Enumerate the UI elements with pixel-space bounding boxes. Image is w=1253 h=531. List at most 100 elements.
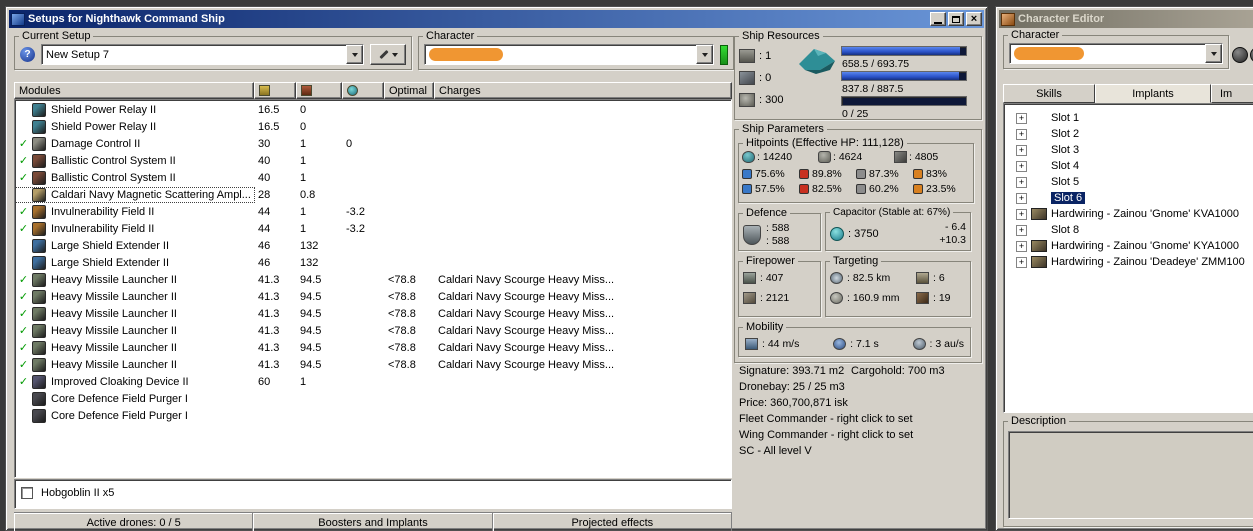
- expand-icon[interactable]: +: [1016, 224, 1027, 236]
- module-row[interactable]: ✓ Ballistic Control System II 40 1: [15, 169, 731, 186]
- expand-icon[interactable]: +: [1016, 192, 1027, 204]
- module-row[interactable]: ✓ Damage Control II 30 1 0: [15, 135, 731, 152]
- expand-icon[interactable]: +: [1016, 160, 1027, 172]
- expand-icon[interactable]: +: [1016, 112, 1027, 124]
- drone-label: Hobgoblin II x5: [41, 487, 115, 499]
- character-value: [1010, 44, 1205, 63]
- dropdown-button[interactable]: [346, 45, 363, 64]
- shield-hp-icon: [742, 151, 755, 163]
- expand-icon[interactable]: +: [1016, 144, 1027, 156]
- expand-icon[interactable]: +: [1016, 208, 1027, 220]
- current-setup-combobox[interactable]: New Setup 7: [41, 44, 364, 65]
- help-icon[interactable]: ?: [20, 47, 35, 62]
- tree-item[interactable]: + Slot 5: [1004, 174, 1253, 190]
- dropdown-button[interactable]: [696, 45, 713, 64]
- module-row[interactable]: Large Shield Extender II 46 132: [15, 237, 731, 254]
- module-cpu: 40: [258, 171, 271, 184]
- character-tool-button-1[interactable]: [1232, 47, 1248, 63]
- close-button[interactable]: ×: [966, 12, 982, 26]
- module-row[interactable]: Large Shield Extender II 46 132: [15, 254, 731, 271]
- character-combobox[interactable]: [424, 44, 714, 65]
- drone-checkbox[interactable]: [21, 487, 33, 499]
- minimize-button[interactable]: [930, 12, 946, 26]
- wing-commander-text[interactable]: Wing Commander - right click to set: [739, 427, 985, 443]
- character-combobox[interactable]: [1009, 43, 1223, 64]
- module-optimal: <78.8: [388, 358, 416, 371]
- tab-implants[interactable]: Implants: [1095, 84, 1211, 103]
- targeting-group: Targeting 82.5 km 6 160.9 mm 19: [825, 255, 971, 317]
- tree-item[interactable]: + Slot 2: [1004, 126, 1253, 142]
- close-icon: ×: [970, 13, 978, 25]
- module-row[interactable]: Caldari Navy Magnetic Scattering Ampl...…: [15, 186, 731, 203]
- module-row[interactable]: ✓ Heavy Missile Launcher II 41.3 94.5 <78.8 C…: [15, 339, 731, 356]
- chevron-down-icon: [1210, 51, 1217, 56]
- expand-icon[interactable]: +: [1016, 128, 1027, 140]
- tab-skills[interactable]: Skills: [1003, 84, 1095, 103]
- price-text: Price: 360,700,871 isk: [739, 397, 848, 409]
- tree-item[interactable]: + Hardwiring - Zainou 'Gnome' KVA1000: [1004, 206, 1253, 222]
- hardpoint-row: 300: [739, 89, 783, 111]
- module-row[interactable]: Shield Power Relay II 16.5 0: [15, 118, 731, 135]
- module-name: Heavy Missile Launcher II: [51, 290, 177, 303]
- character-group: Character: [418, 30, 734, 70]
- capacitor-icon: [830, 227, 844, 241]
- tree-item[interactable]: + Slot 8: [1004, 222, 1253, 238]
- module-row[interactable]: ✓ Heavy Missile Launcher II 41.3 94.5 <78.8 C…: [15, 356, 731, 373]
- module-type-icon: [32, 255, 46, 270]
- module-row[interactable]: ✓ Heavy Missile Launcher II 41.3 94.5 <78.8 C…: [15, 322, 731, 339]
- module-row[interactable]: ✓ Ballistic Control System II 40 1: [15, 152, 731, 169]
- title-bar[interactable]: Character Editor: [999, 10, 1253, 28]
- tab-projected-effects[interactable]: Projected effects: [492, 513, 732, 531]
- tree-item[interactable]: + Hardwiring - Zainou 'Deadeye' ZMM100: [1004, 254, 1253, 270]
- column-capacitor[interactable]: [342, 82, 384, 99]
- maximize-icon: [952, 15, 960, 23]
- tab-boosters-and-implants[interactable]: Boosters and Implants: [253, 513, 493, 531]
- tree-item[interactable]: + Slot 4: [1004, 158, 1253, 174]
- module-row[interactable]: Core Defence Field Purger I: [15, 407, 731, 424]
- maximize-button[interactable]: [948, 12, 964, 26]
- tab-active-drones[interactable]: Active drones: 0 / 5: [14, 513, 254, 531]
- tree-item[interactable]: + Slot 1: [1004, 110, 1253, 126]
- implant-icon: [1031, 240, 1047, 252]
- module-type-icon: [32, 170, 46, 185]
- expand-icon[interactable]: +: [1016, 176, 1027, 188]
- bar-fill: [842, 47, 960, 55]
- tree-item[interactable]: + Slot 6: [1004, 190, 1253, 206]
- module-row[interactable]: ✓ Invulnerability Field II 44 1 -3.2: [15, 203, 731, 220]
- shield-resist-value: 87.3%: [869, 167, 899, 180]
- column-charges[interactable]: Charges: [434, 82, 732, 99]
- bottom-tab-bar: Active drones: 0 / 5 Boosters and Implant…: [14, 512, 732, 531]
- shield-resist-value: 75.6%: [755, 167, 785, 180]
- dropdown-button[interactable]: [1205, 44, 1222, 63]
- module-row[interactable]: ✓ Improved Cloaking Device II 60 1: [15, 373, 731, 390]
- squad-commander-text[interactable]: SC - All level V: [739, 443, 985, 459]
- module-cpu: 41.3: [258, 358, 280, 371]
- character-editor-icon: [1001, 12, 1015, 26]
- setup-tools-button[interactable]: [370, 44, 406, 65]
- expand-icon[interactable]: +: [1016, 256, 1027, 268]
- title-bar[interactable]: Setups for Nighthawk Command Ship ×: [9, 10, 984, 28]
- fleet-commander-text[interactable]: Fleet Commander - right click to set: [739, 411, 985, 427]
- module-row[interactable]: ✓ Heavy Missile Launcher II 41.3 94.5 <78.8 C…: [15, 271, 731, 288]
- powergrid-bar: [841, 71, 967, 81]
- current-setup-group: Current Setup ? New Setup 7: [14, 30, 412, 70]
- module-cpu: 28: [258, 188, 271, 201]
- column-powergrid[interactable]: [296, 82, 342, 99]
- modules-table: Modules Optimal Charges Shield Power Rel…: [14, 82, 732, 478]
- column-modules[interactable]: Modules: [14, 82, 254, 99]
- column-optimal[interactable]: Optimal: [384, 82, 434, 99]
- tab-im[interactable]: Im: [1211, 84, 1253, 103]
- expand-icon[interactable]: +: [1016, 240, 1027, 252]
- module-type-icon: [32, 153, 46, 168]
- module-row[interactable]: ✓ Invulnerability Field II 44 1 -3.2: [15, 220, 731, 237]
- module-row[interactable]: Core Defence Field Purger I: [15, 390, 731, 407]
- drone-item[interactable]: Hobgoblin II x5: [21, 484, 725, 502]
- column-cpu[interactable]: [254, 82, 296, 99]
- tree-item[interactable]: + Hardwiring - Zainou 'Gnome' KYA1000: [1004, 238, 1253, 254]
- module-name-cell: ✓ Heavy Missile Launcher II: [15, 357, 255, 373]
- tree-item[interactable]: + Slot 3: [1004, 142, 1253, 158]
- module-row[interactable]: ✓ Heavy Missile Launcher II 41.3 94.5 <78.8 C…: [15, 288, 731, 305]
- module-row[interactable]: ✓ Heavy Missile Launcher II 41.3 94.5 <78.8 C…: [15, 305, 731, 322]
- module-row[interactable]: Shield Power Relay II 16.5 0: [15, 101, 731, 118]
